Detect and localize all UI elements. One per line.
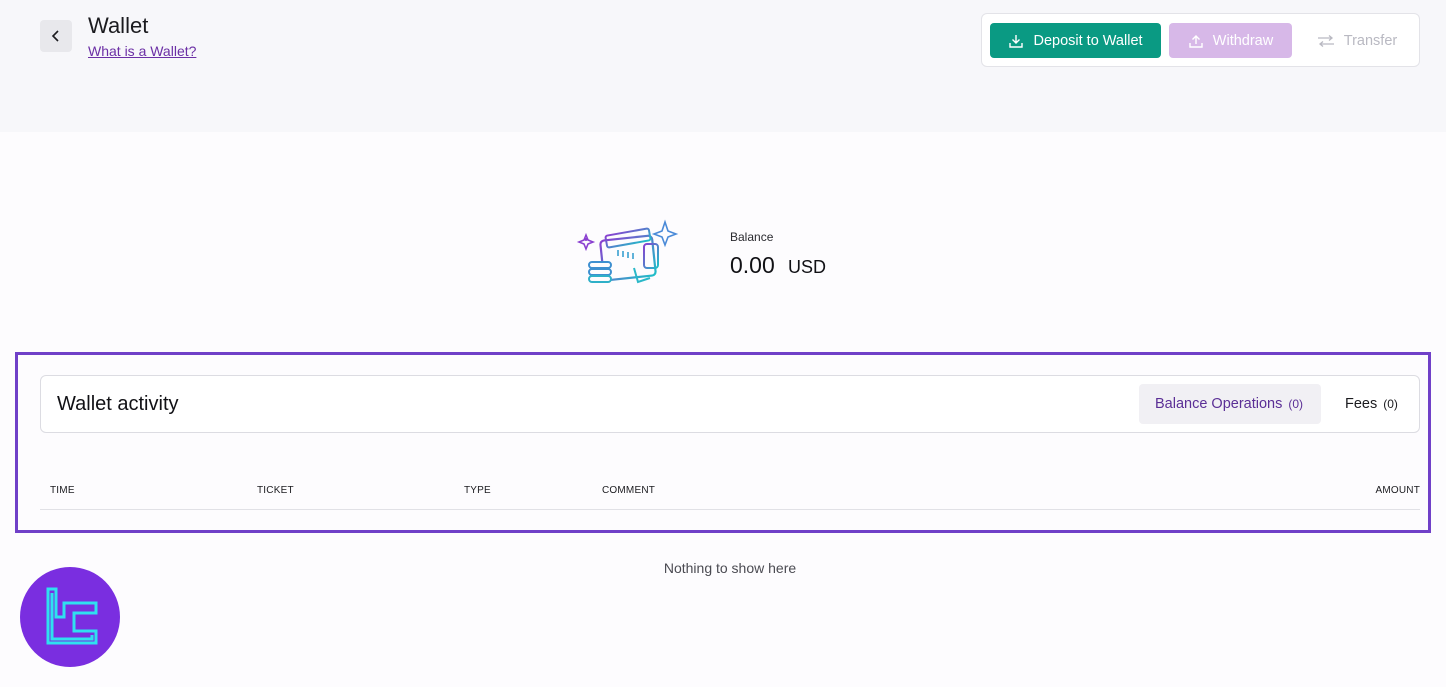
column-header-amount[interactable]: AMOUNT [1375,485,1420,496]
balance-currency: USD [788,257,827,277]
empty-state-message: Nothing to show here [663,560,797,576]
upload-icon [1189,34,1203,48]
what-is-wallet-link[interactable]: What is a Wallet? [88,43,196,59]
withdraw-label: Withdraw [1212,32,1274,49]
tab-count: (0) [1288,397,1304,411]
tab-label: Fees [1345,396,1378,412]
tab-fees[interactable]: Fees (0) [1329,384,1413,424]
transfer-button[interactable]: Transfer [1302,23,1412,58]
tab-balance-operations[interactable]: Balance Operations (0) [1139,384,1321,424]
download-icon [1009,34,1024,48]
column-header-time[interactable]: TIME [50,485,75,496]
withdraw-button[interactable]: Withdraw [1169,23,1292,58]
column-header-type[interactable]: TYPE [464,485,491,496]
balance-label: Balance [730,230,774,244]
transfer-label: Transfer [1343,32,1398,49]
tab-label: Balance Operations [1155,396,1283,412]
back-button[interactable] [40,20,72,52]
chevron-left-icon [51,30,59,42]
column-header-comment[interactable]: COMMENT [602,485,655,496]
tab-count: (0) [1383,397,1398,411]
deposit-to-wallet-button[interactable]: Deposit to Wallet [990,23,1161,58]
column-header-ticket[interactable]: TICKET [257,485,294,496]
activity-table-header: TIME TICKET TYPE COMMENT AMOUNT [40,480,1420,510]
brand-logo-icon [20,567,120,667]
page-title: Wallet [88,13,149,38]
transfer-arrows-icon [1317,34,1334,47]
deposit-label: Deposit to Wallet [1033,32,1143,49]
wallet-illustration-icon [576,219,679,284]
wallet-activity-title: Wallet activity [57,393,179,415]
wallet-activity-header: Wallet activity Balance Operations (0) F… [40,375,1420,433]
wallet-actions: Deposit to Wallet Withdraw Transfer [981,13,1420,67]
balance-amount: 0.00 [730,252,775,278]
